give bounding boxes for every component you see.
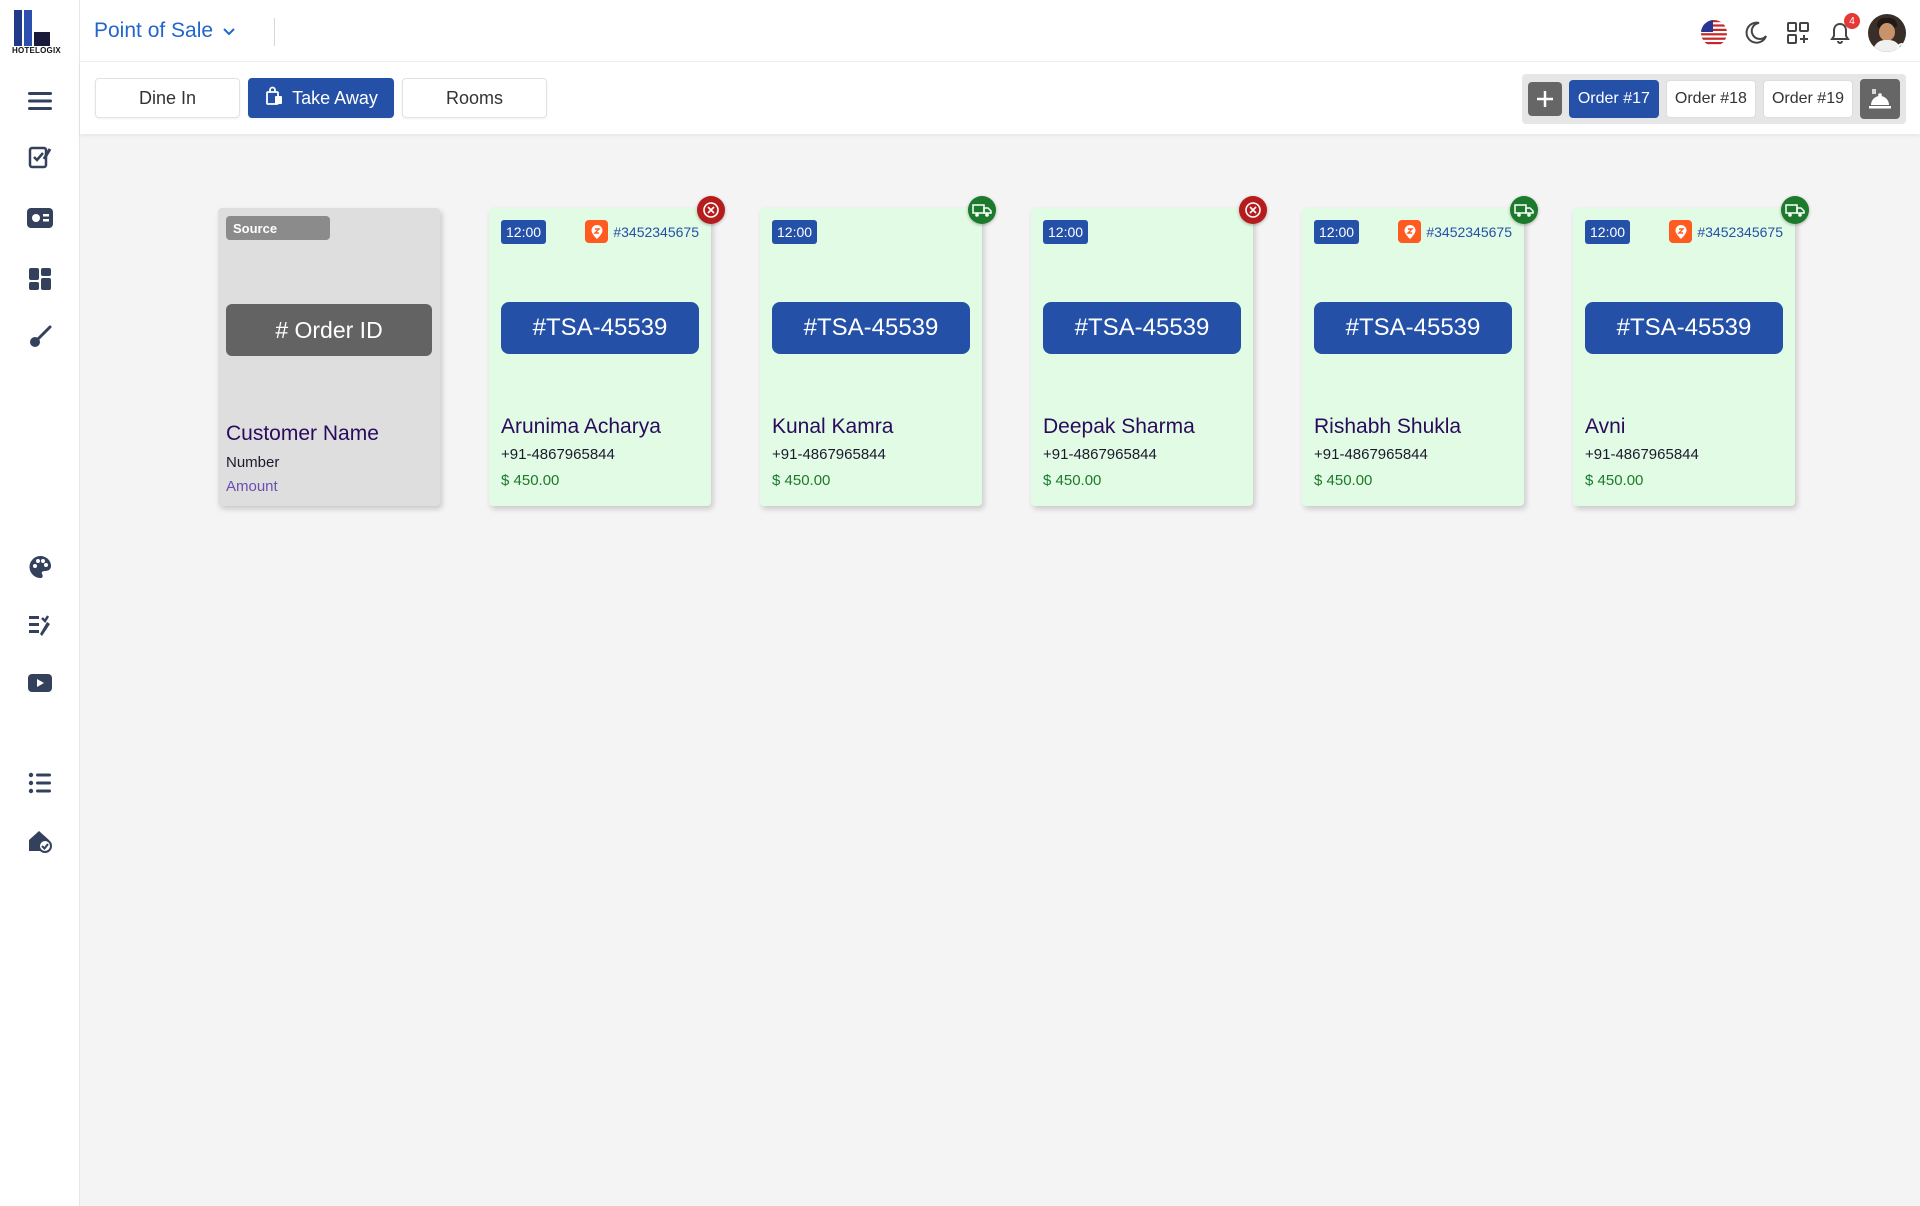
swiggy-source-icon xyxy=(585,220,609,243)
time-badge: 12:00 xyxy=(501,220,547,244)
apps-grid-icon[interactable] xyxy=(1784,19,1812,47)
order-tab-18[interactable]: Order #18 xyxy=(1665,80,1756,118)
customer-phone: +91-4867965844 xyxy=(501,446,615,463)
order-card[interactable]: 12:00 #3452345675 #TSA-45539 Arunima Ach… xyxy=(489,196,725,506)
time-badge: 12:00 xyxy=(1314,220,1360,244)
source-label: Source xyxy=(226,216,330,240)
legend-card: Source # Order ID Customer Name Number A… xyxy=(218,208,440,506)
order-edit-icon[interactable] xyxy=(25,142,55,172)
tab-take-away[interactable]: Take Away xyxy=(248,78,394,118)
order-amount: $ 450.00 xyxy=(1043,472,1102,489)
order-amount: $ 450.00 xyxy=(1585,472,1644,489)
property-check-icon[interactable] xyxy=(25,826,55,856)
open-orders-bar: Order #17 Order #18 Order #19 xyxy=(1521,74,1906,124)
customer-phone: +91-4867965844 xyxy=(772,446,886,463)
delivery-truck-icon xyxy=(1781,196,1809,224)
service-tabs: Dine In Take Away Rooms xyxy=(95,78,547,118)
chevron-down-icon xyxy=(223,23,235,39)
order-amount: $ 450.00 xyxy=(1314,472,1373,489)
customer-phone: +91-4867965844 xyxy=(1585,446,1699,463)
header-actions: 4 xyxy=(1700,13,1906,52)
source-ref: #3452345675 xyxy=(1669,220,1783,243)
number-label: Number xyxy=(226,454,280,471)
order-id[interactable]: #TSA-45539 xyxy=(1585,302,1783,354)
customer-name: Kunal Kamra xyxy=(772,415,894,438)
top-bar: Point of Sale 4 xyxy=(80,0,1920,62)
divider xyxy=(274,18,275,46)
customer-phone: +91-4867965844 xyxy=(1314,446,1428,463)
order-amount: $ 450.00 xyxy=(501,472,560,489)
order-id-label: # Order ID xyxy=(226,304,432,356)
time-badge: 12:00 xyxy=(1585,220,1631,244)
kitchen-bell-button[interactable] xyxy=(1860,79,1900,119)
new-order-button[interactable] xyxy=(1527,82,1562,116)
report-icon[interactable] xyxy=(25,611,55,641)
order-card[interactable]: 12:00 #TSA-45539 Deepak Sharma +91-48679… xyxy=(1031,196,1267,506)
source-ref-number: #3452345675 xyxy=(613,223,699,240)
app-switcher[interactable]: Point of Sale xyxy=(94,19,235,43)
order-card[interactable]: 12:00 #3452345675 #TSA-45539 Rishabh Shu… xyxy=(1302,196,1538,506)
us-flag-icon[interactable] xyxy=(1700,19,1728,47)
brush-icon[interactable] xyxy=(25,322,55,352)
tab-label: Dine In xyxy=(138,87,197,108)
dark-mode-icon[interactable] xyxy=(1742,19,1770,47)
bell-icon[interactable]: 4 xyxy=(1826,13,1860,47)
notification-badge: 4 xyxy=(1844,13,1860,29)
time-badge: 12:00 xyxy=(1043,220,1089,244)
customer-phone: +91-4867965844 xyxy=(1043,446,1157,463)
hotelogix-logo[interactable]: HOTELOGIX xyxy=(12,8,68,56)
order-id[interactable]: #TSA-45539 xyxy=(1314,302,1512,354)
cancelled-status-icon xyxy=(1239,196,1267,224)
order-amount: $ 450.00 xyxy=(772,472,831,489)
cancelled-status-icon xyxy=(697,196,725,224)
customer-name: Avni xyxy=(1585,415,1626,438)
user-avatar[interactable] xyxy=(1868,14,1906,52)
service-toolbar: Dine In Take Away Rooms Order #17 Order … xyxy=(80,62,1920,134)
source-ref: #3452345675 xyxy=(585,220,699,243)
order-tab-17[interactable]: Order #17 xyxy=(1568,80,1659,118)
source-ref: #3452345675 xyxy=(1398,220,1512,243)
logo-text: HOTELOGIX xyxy=(12,46,61,55)
video-icon[interactable] xyxy=(25,668,55,698)
widgets-icon[interactable] xyxy=(25,264,55,294)
swiggy-source-icon xyxy=(1669,220,1693,243)
sidebar: HOTELOGIX xyxy=(0,0,80,1206)
order-card[interactable]: 12:00 #3452345675 #TSA-45539 Avni +91-48… xyxy=(1573,196,1809,506)
page-title: Point of Sale xyxy=(94,19,214,42)
delivery-truck-icon xyxy=(968,196,996,224)
tab-dine-in[interactable]: Dine In xyxy=(95,78,240,118)
customer-name: Arunima Acharya xyxy=(501,415,661,438)
tab-label: Rooms xyxy=(445,87,503,108)
time-badge: 12:00 xyxy=(772,220,818,244)
source-ref-number: #3452345675 xyxy=(1426,223,1512,240)
amount-label: Amount xyxy=(226,478,278,495)
tab-label: Take Away xyxy=(292,87,378,108)
swiggy-source-icon xyxy=(1398,220,1422,243)
order-tab-19[interactable]: Order #19 xyxy=(1762,80,1853,118)
customer-name-label: Customer Name xyxy=(226,422,379,445)
order-id[interactable]: #TSA-45539 xyxy=(501,302,699,354)
customer-name: Deepak Sharma xyxy=(1043,415,1195,438)
palette-icon[interactable] xyxy=(25,552,55,582)
menu-icon[interactable] xyxy=(25,86,55,116)
online-status-dot xyxy=(1897,43,1906,52)
dashboard-card-icon[interactable] xyxy=(25,203,55,233)
order-id[interactable]: #TSA-45539 xyxy=(772,302,970,354)
source-ref-number: #3452345675 xyxy=(1697,223,1783,240)
tab-rooms[interactable]: Rooms xyxy=(402,78,547,118)
list-icon[interactable] xyxy=(25,768,55,798)
order-id[interactable]: #TSA-45539 xyxy=(1043,302,1241,354)
takeaway-bag-icon xyxy=(264,86,284,111)
order-card[interactable]: 12:00 #TSA-45539 Kunal Kamra +91-4867965… xyxy=(760,196,996,506)
customer-name: Rishabh Shukla xyxy=(1314,415,1462,438)
delivery-truck-icon xyxy=(1510,196,1538,224)
